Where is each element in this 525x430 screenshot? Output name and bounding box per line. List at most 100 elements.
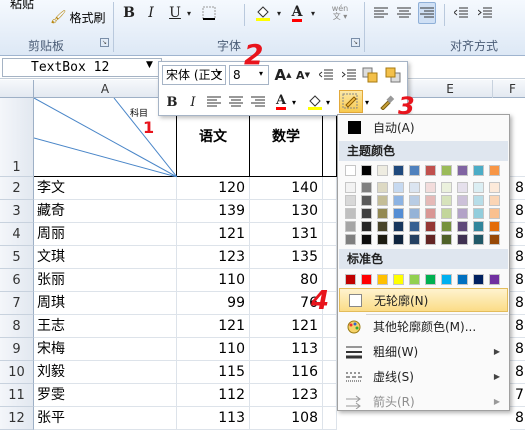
theme-color-swatch[interactable] — [377, 234, 388, 245]
chinese-score-cell[interactable]: 121 — [177, 315, 250, 338]
name-box-dropdown-icon[interactable]: ▼ — [146, 60, 153, 70]
italic-button[interactable]: I — [142, 2, 160, 24]
decrease-indent-button[interactable] — [452, 2, 470, 24]
align-right-button[interactable] — [248, 92, 268, 112]
col-f-cell[interactable]: 8 — [510, 200, 525, 223]
theme-color-swatch[interactable] — [377, 221, 388, 232]
name-cell[interactable]: 周丽 — [34, 223, 177, 246]
row-header[interactable]: 8 — [0, 315, 34, 338]
menu-item-weight[interactable]: 粗细(W) ▶ — [339, 340, 508, 364]
col-f-cell[interactable]: 8 — [510, 338, 525, 361]
theme-color-swatch[interactable] — [377, 195, 388, 206]
standard-color-swatch[interactable] — [441, 274, 452, 285]
menu-item-dashes[interactable]: 虚线(S) ▶ — [339, 365, 508, 389]
theme-color-swatch[interactable] — [345, 208, 356, 219]
chinese-score-cell[interactable]: 110 — [177, 269, 250, 292]
col-d-cell[interactable] — [323, 407, 337, 430]
theme-color-swatch[interactable] — [441, 221, 452, 232]
theme-color-swatch[interactable] — [425, 208, 436, 219]
math-score-cell[interactable]: 135 — [250, 246, 323, 269]
theme-color-swatch[interactable] — [361, 195, 372, 206]
theme-color-swatch[interactable] — [393, 195, 404, 206]
row-header[interactable]: 2 — [0, 177, 34, 200]
row-header[interactable]: 6 — [0, 269, 34, 292]
standard-color-swatch[interactable] — [409, 274, 420, 285]
theme-color-swatch[interactable] — [345, 234, 356, 245]
math-score-cell[interactable]: 130 — [250, 200, 323, 223]
name-cell[interactable]: 宋梅 — [34, 338, 177, 361]
theme-color-swatch[interactable] — [377, 208, 388, 219]
align-center-button[interactable] — [395, 2, 413, 24]
diagonal-header-cell[interactable]: 科目 — [34, 98, 177, 177]
font-color-dropdown-icon[interactable]: ▾ — [308, 2, 318, 24]
col-f-cell[interactable]: 7 — [510, 384, 525, 407]
theme-color-swatch[interactable] — [377, 182, 388, 193]
increase-indent-button[interactable] — [339, 65, 359, 85]
col-d-cell[interactable] — [323, 338, 337, 361]
shrink-font-button[interactable]: A ▼ — [293, 65, 313, 85]
theme-color-swatch[interactable] — [489, 234, 500, 245]
chinese-score-cell[interactable]: 121 — [177, 223, 250, 246]
theme-color-swatch[interactable] — [393, 208, 404, 219]
math-score-cell[interactable]: 131 — [250, 223, 323, 246]
shape-outline-dropdown-icon[interactable]: ▾ — [365, 98, 369, 107]
chinese-score-cell[interactable]: 123 — [177, 246, 250, 269]
theme-color-swatch[interactable] — [473, 208, 484, 219]
row-header[interactable]: 9 — [0, 338, 34, 361]
name-cell[interactable]: 李文 — [34, 177, 177, 200]
align-left-button[interactable] — [372, 2, 390, 24]
theme-color-swatch[interactable] — [409, 234, 420, 245]
standard-color-swatch[interactable] — [473, 274, 484, 285]
row-header[interactable]: 1 — [0, 98, 34, 177]
theme-color-swatch[interactable] — [361, 182, 372, 193]
theme-color-swatch[interactable] — [345, 195, 356, 206]
align-center-button[interactable] — [226, 92, 246, 112]
col-f-cell[interactable]: 8 — [510, 361, 525, 384]
theme-color-swatch[interactable] — [489, 208, 500, 219]
theme-color-swatch[interactable] — [409, 182, 420, 193]
shape-outline-button[interactable] — [339, 90, 363, 113]
name-cell[interactable]: 张平 — [34, 407, 177, 430]
font-launcher-icon[interactable]: ↘ — [351, 38, 360, 47]
theme-color-swatch[interactable] — [393, 221, 404, 232]
font-color-button[interactable]: A — [286, 2, 308, 24]
math-score-cell[interactable]: 140 — [250, 177, 323, 200]
chinese-score-cell[interactable]: 113 — [177, 407, 250, 430]
theme-color-swatch[interactable] — [457, 221, 468, 232]
fill-dropdown-icon[interactable]: ▾ — [326, 98, 330, 107]
theme-color-swatch[interactable] — [425, 165, 436, 176]
menu-item-arrows[interactable]: 箭头(R) ▶ — [339, 390, 508, 414]
math-score-cell[interactable]: 116 — [250, 361, 323, 384]
align-right-button[interactable] — [418, 2, 436, 24]
theme-color-swatch[interactable] — [393, 182, 404, 193]
col-f-cell[interactable]: 8 — [510, 223, 525, 246]
col-d-cell[interactable] — [323, 223, 337, 246]
theme-color-swatch[interactable] — [473, 221, 484, 232]
row-header[interactable]: 3 — [0, 200, 34, 223]
standard-color-swatch[interactable] — [393, 274, 404, 285]
name-cell[interactable]: 藏奇 — [34, 200, 177, 223]
math-score-cell[interactable]: 121 — [250, 315, 323, 338]
paste-label[interactable]: 粘贴 — [10, 0, 34, 12]
menu-item-automatic[interactable]: 自动(A) — [339, 116, 508, 140]
column-header-f[interactable]: F — [493, 80, 525, 98]
chinese-score-cell[interactable]: 139 — [177, 200, 250, 223]
col-d-cell[interactable] — [323, 315, 337, 338]
underline-button[interactable]: U — [166, 2, 184, 24]
row-header[interactable]: 4 — [0, 223, 34, 246]
theme-color-swatch[interactable] — [457, 195, 468, 206]
math-score-cell[interactable]: 108 — [250, 407, 323, 430]
col-d-cell[interactable] — [323, 177, 337, 200]
col-f-cell[interactable]: 8 — [510, 315, 525, 338]
border-button[interactable] — [200, 2, 218, 24]
theme-color-swatch[interactable] — [489, 182, 500, 193]
align-left-button[interactable] — [204, 92, 224, 112]
standard-color-swatch[interactable] — [377, 274, 388, 285]
col-f-cell[interactable]: 8 — [510, 407, 525, 430]
mini-italic-button[interactable]: I — [183, 92, 203, 112]
fill-color-dropdown-icon[interactable]: ▾ — [274, 2, 284, 24]
theme-color-swatch[interactable] — [409, 165, 420, 176]
theme-color-swatch[interactable] — [441, 195, 452, 206]
theme-color-swatch[interactable] — [473, 234, 484, 245]
row-header[interactable]: 10 — [0, 361, 34, 384]
